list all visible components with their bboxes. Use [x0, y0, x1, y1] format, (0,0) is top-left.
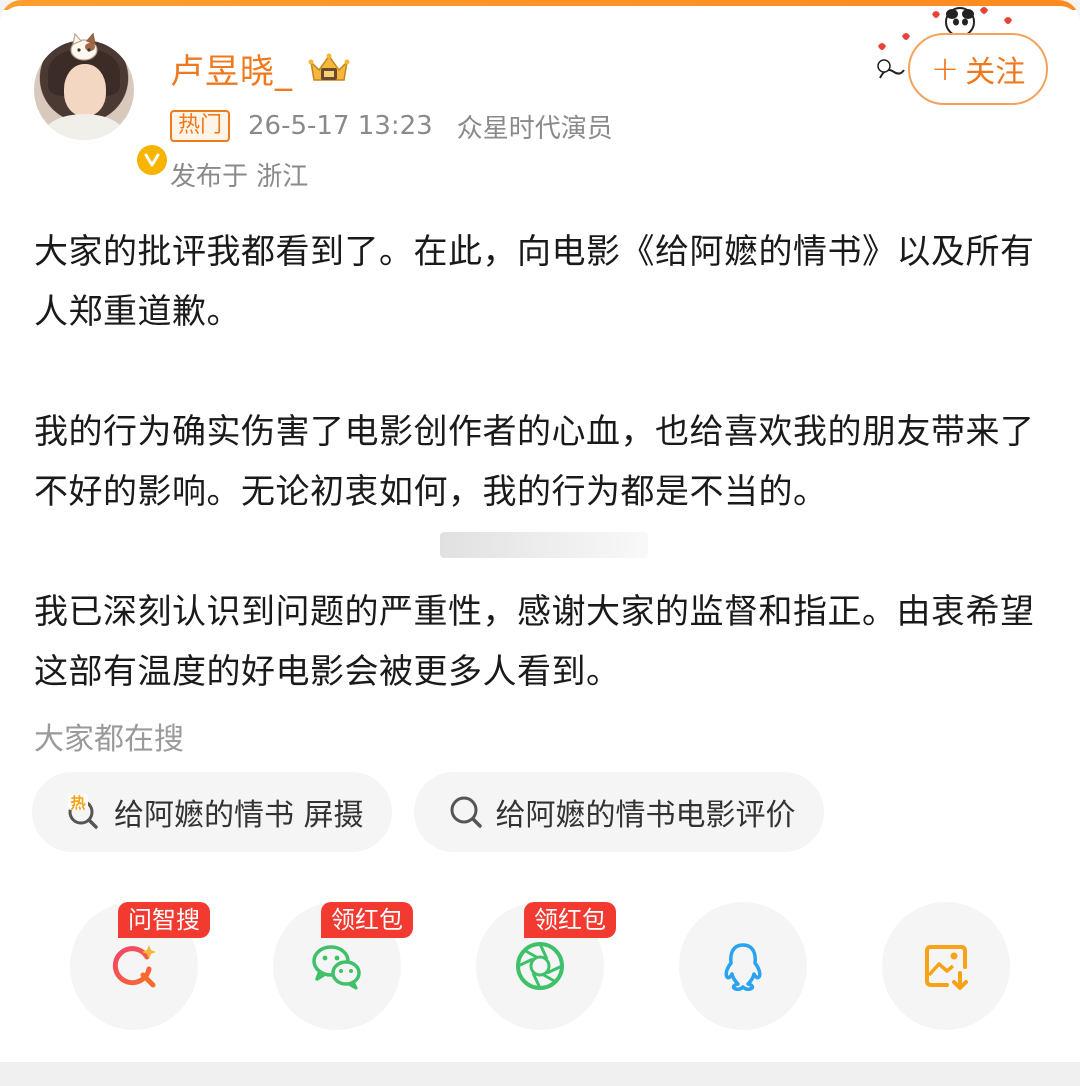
search-icon — [450, 796, 482, 828]
post-paragraph: 我的行为确实伤害了电影创作者的心血，也给喜欢我的朋友带来了不好的影响。无论初衷如… — [34, 412, 1035, 512]
follow-label: 关注 — [965, 55, 1026, 90]
avatar[interactable] — [34, 32, 170, 178]
post-paragraph: 大家的批评我都看到了。在此，向电影《给阿嬷的情书》以及所有人郑重道歉。 — [34, 232, 1035, 332]
search-chip-label: 给阿嬷的情书 屏摄 — [114, 798, 364, 833]
hot-search-icon: 热 — [68, 794, 98, 829]
share-save-image-button[interactable] — [882, 902, 1010, 1030]
plus-icon: + — [930, 49, 960, 89]
share-qq[interactable] — [679, 902, 807, 1030]
post-source: 众星时代演员 — [456, 113, 613, 144]
share-qq-button[interactable] — [679, 902, 807, 1030]
crown-badge-icon[interactable] — [305, 50, 353, 86]
watermark — [440, 532, 648, 558]
trending-search-chips: 热 给阿嬷的情书 屏摄 给阿嬷的情书电影评价 — [32, 772, 824, 852]
save-image-icon — [925, 945, 968, 990]
search-chip[interactable]: 给阿嬷的情书电影评价 — [413, 772, 824, 852]
share-row: 问智搜 领红包 领红包 — [70, 902, 1010, 1032]
share-wechat[interactable]: 领红包 — [273, 902, 413, 1030]
share-ai-search[interactable]: 问智搜 — [70, 902, 210, 1030]
post-location: 发布于 浙江 — [170, 162, 309, 192]
share-moments[interactable]: 领红包 — [476, 902, 616, 1030]
svg-text:热: 热 — [70, 794, 85, 812]
qq-icon — [724, 943, 762, 991]
post-card: 卢昱晓_ 热门 26-5-17 13:23 众星时代演员 发布于 浙江 + 关注 — [0, 0, 1080, 1062]
post-body: 大家的批评我都看到了。在此，向电影《给阿嬷的情书》以及所有人郑重道歉。 我的行为… — [34, 222, 1054, 702]
cat-sticker-icon — [70, 32, 98, 61]
username[interactable]: 卢昱晓_ — [170, 44, 293, 93]
share-tag: 领红包 — [321, 902, 413, 938]
hot-badge: 热门 — [170, 110, 231, 142]
post-time: 26-5-17 13:23 — [248, 111, 433, 141]
follow-button[interactable]: + 关注 — [908, 33, 1048, 105]
share-tag: 领红包 — [524, 902, 616, 938]
verified-badge-icon — [134, 142, 170, 178]
ai-search-icon — [112, 945, 156, 988]
trending-search-title: 大家都在搜 — [34, 722, 184, 757]
post-meta: 热门 26-5-17 13:23 众星时代演员 — [170, 108, 613, 144]
search-chip[interactable]: 热 给阿嬷的情书 屏摄 — [32, 772, 392, 852]
wechat-icon — [312, 945, 361, 990]
moments-icon — [516, 942, 564, 990]
share-save-image[interactable] — [882, 902, 1010, 1030]
bottom-bar — [0, 1062, 1080, 1086]
share-tag: 问智搜 — [118, 902, 210, 938]
post-paragraph: 我已深刻认识到问题的严重性，感谢大家的监督和指正。由衷希望这部有温度的好电影会被… — [34, 592, 1035, 692]
search-chip-label: 给阿嬷的情书电影评价 — [495, 798, 796, 833]
username-row: 卢昱晓_ — [170, 44, 353, 92]
